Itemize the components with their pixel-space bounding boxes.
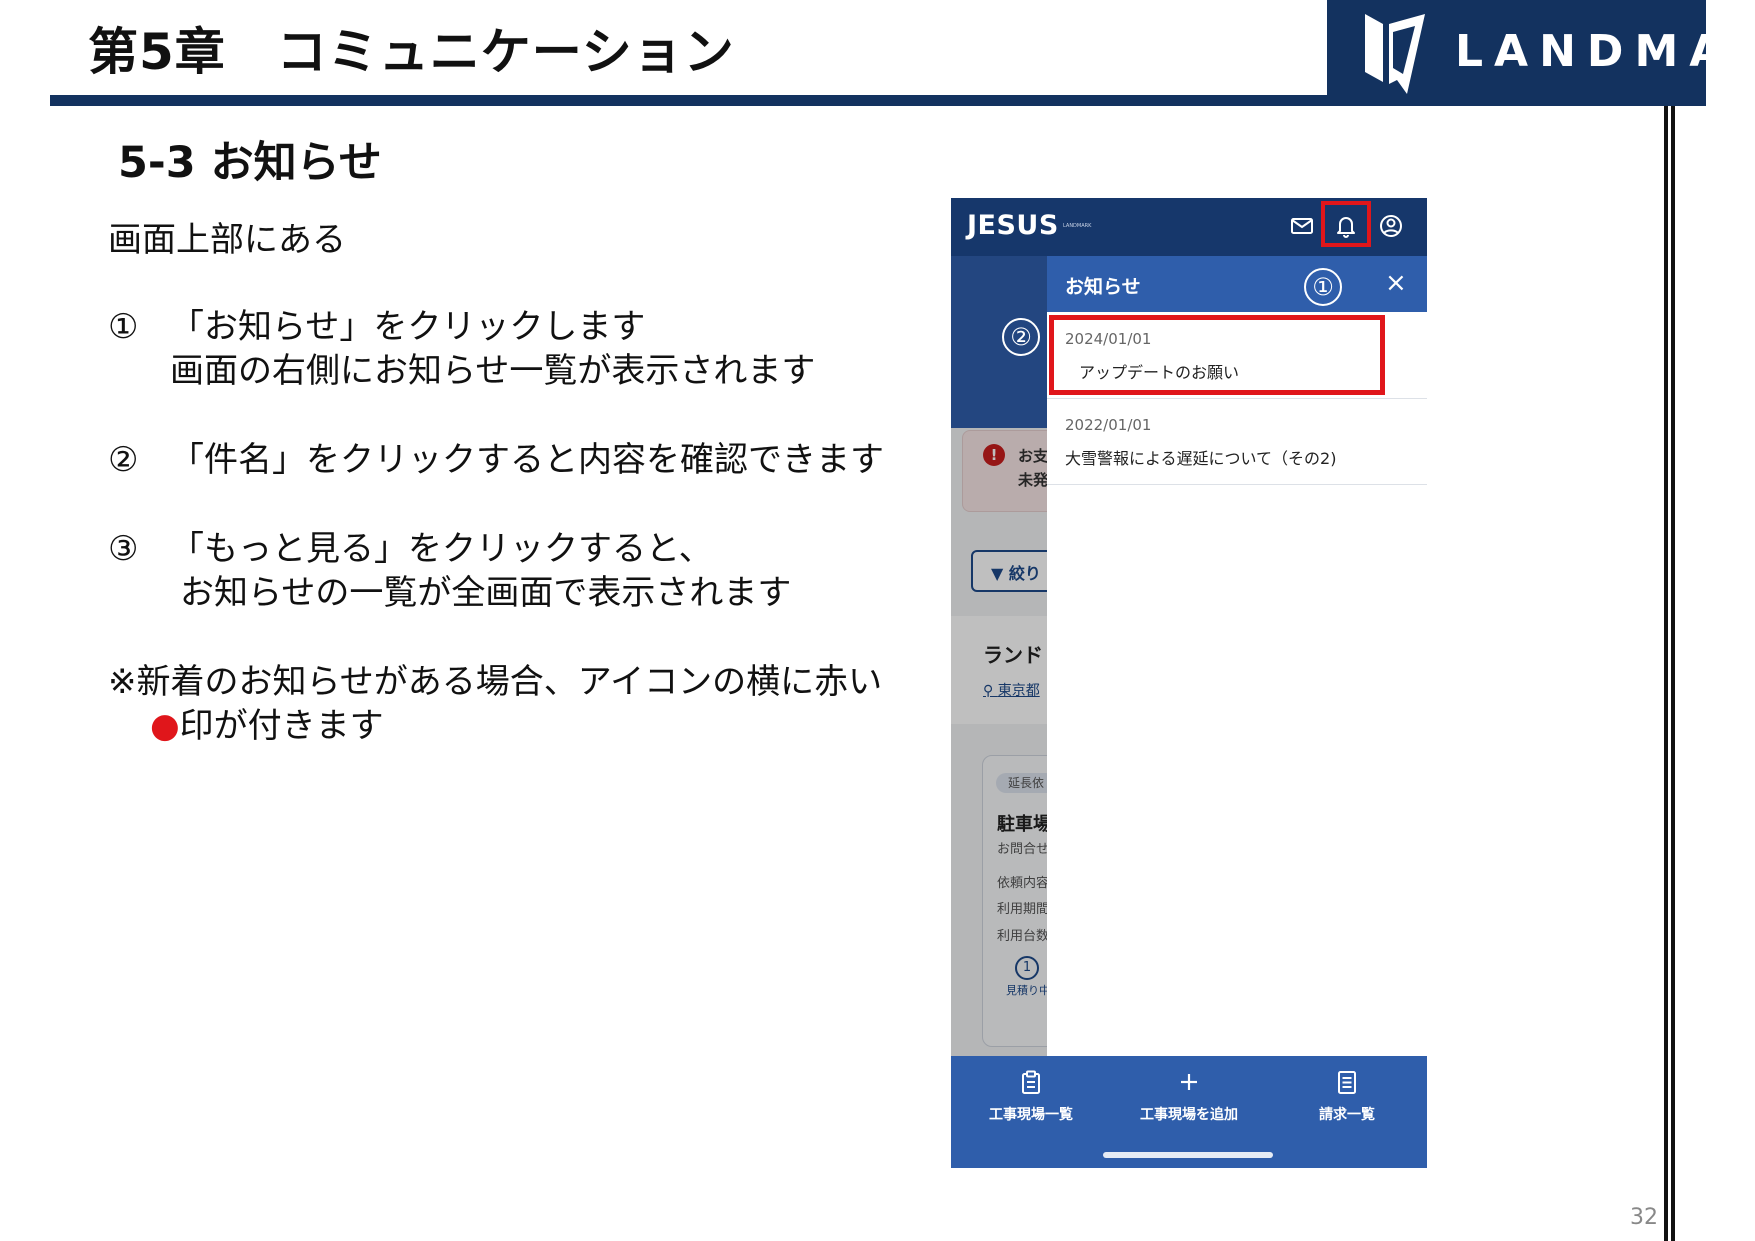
list-icon xyxy=(1338,1071,1356,1094)
page-number: 32 xyxy=(1630,1205,1658,1230)
note-line1: ※新着のお知らせがある場合、アイコンの横に赤い xyxy=(108,662,883,702)
note-line2: 印が付きます xyxy=(179,706,384,746)
step-line1: 「お知らせ」をクリックします xyxy=(170,307,646,347)
clipboard-icon xyxy=(1022,1070,1040,1094)
notification-title: お知らせ xyxy=(1065,276,1141,298)
app-logo: JESUS xyxy=(967,210,1059,241)
notification-header: お知らせ ① × xyxy=(1047,256,1427,312)
phone-screenshot: ! お支 未発 ▼ 絞り ランド ⚲ 東京都 延長依 駐車場 お問合せ 依頼内容… xyxy=(951,198,1427,1168)
bottom-navigation: 工事現場一覧 工事現場を追加 請求一覧 xyxy=(951,1056,1427,1168)
nav-add-site[interactable]: 工事現場を追加 xyxy=(1119,1068,1259,1124)
notification-item[interactable]: 2022/01/01 大雪警報による遅延について（その2) xyxy=(1047,398,1427,485)
callout-2: ② xyxy=(1002,318,1040,356)
nav-label: 工事現場を追加 xyxy=(1140,1107,1238,1123)
step-line2: お知らせの一覧が全画面で表示されます xyxy=(180,573,792,613)
logo-text: LANDMARK xyxy=(1455,26,1755,77)
intro-text: 画面上部にある xyxy=(108,220,346,260)
right-border-line xyxy=(1671,106,1675,1241)
plus-icon xyxy=(1181,1074,1197,1090)
home-indicator[interactable] xyxy=(1103,1152,1273,1158)
notification-subject[interactable]: 大雪警報による遅延について（その2) xyxy=(1065,445,1336,469)
subject-highlight-box xyxy=(1049,315,1385,395)
nav-site-list[interactable]: 工事現場一覧 xyxy=(961,1068,1101,1124)
note-text: ※新着のお知らせがある場合、アイコンの横に赤い ●印が付きます xyxy=(108,660,882,748)
instruction-step-3: ③ 「もっと見る」をクリックすると、 お知らせの一覧が全画面で表示されます xyxy=(108,527,791,615)
step-line1: 「件名」をクリックすると内容を確認できます xyxy=(170,440,884,480)
close-icon[interactable]: × xyxy=(1385,268,1407,298)
notification-item[interactable]: 2024/01/01 アップデートのお願い xyxy=(1047,312,1427,399)
callout-1: ① xyxy=(1304,268,1342,306)
nav-bill-list[interactable]: 請求一覧 xyxy=(1277,1068,1417,1124)
right-border-line xyxy=(1664,106,1668,1241)
mail-icon[interactable] xyxy=(1288,212,1316,240)
step-line2: 画面の右側にお知らせ一覧が表示されます xyxy=(170,351,816,391)
notification-panel: お知らせ ① × 2024/01/01 アップデートのお願い 2022/01/0… xyxy=(1047,256,1427,1056)
nav-label: 請求一覧 xyxy=(1319,1107,1375,1123)
step-number: ③ xyxy=(108,529,139,569)
chapter-title: 第5章 コミュニケーション xyxy=(88,23,735,81)
account-icon[interactable] xyxy=(1377,212,1405,240)
step-line1: 「もっと見る」をクリックすると、 xyxy=(170,529,713,569)
nav-label: 工事現場一覧 xyxy=(989,1107,1073,1123)
red-dot-icon: ● xyxy=(150,706,180,746)
step-number: ① xyxy=(108,307,139,347)
logo-block: LANDMARK xyxy=(1327,0,1755,106)
landmark-logo-icon xyxy=(1365,14,1425,94)
app-logo-subtext: LANDMARK xyxy=(1063,223,1092,229)
notification-date: 2022/01/01 xyxy=(1065,416,1152,434)
step-number: ② xyxy=(108,440,139,480)
section-title: 5-3 お知らせ xyxy=(118,138,382,188)
bell-highlight-box xyxy=(1321,201,1371,247)
instruction-step-2: ② 「件名」をクリックすると内容を確認できます xyxy=(108,438,884,482)
instruction-step-1: ① 「お知らせ」をクリックします 画面の右側にお知らせ一覧が表示されます xyxy=(108,305,815,393)
